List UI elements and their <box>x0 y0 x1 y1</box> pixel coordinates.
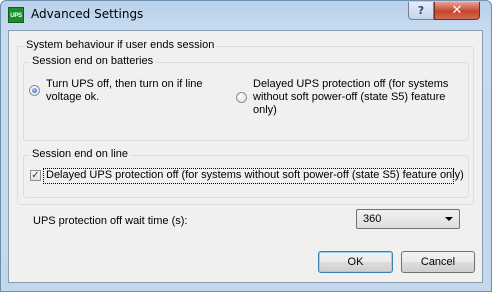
line-group: Session end on line ✓ Delayed UPS protec… <box>23 148 469 198</box>
advanced-settings-dialog: UPS Advanced Settings ? ✕ System behavio… <box>0 0 492 292</box>
ok-button-label: OK <box>347 256 364 268</box>
radio-turn-ups-off-line1: Turn UPS off, then turn on if line <box>46 78 203 90</box>
dialog-client-area: System behaviour if user ends session Se… <box>8 30 483 283</box>
close-button[interactable]: ✕ <box>434 2 480 20</box>
radio-delayed-line3: only) <box>253 104 277 116</box>
wait-time-label: UPS protection off wait time (s): <box>33 215 188 227</box>
cancel-button[interactable]: Cancel <box>401 251 475 273</box>
wait-time-value: 360 <box>363 213 382 225</box>
session-behaviour-legend: System behaviour if user ends session <box>24 39 217 51</box>
batteries-legend: Session end on batteries <box>30 55 156 67</box>
ok-button[interactable]: OK <box>318 251 393 273</box>
radio-delayed-protection-off[interactable] <box>236 92 247 103</box>
delayed-protection-checkbox-label[interactable]: Delayed UPS protection off (for systems … <box>46 169 464 182</box>
title-bar[interactable]: UPS Advanced Settings ? ✕ <box>1 1 491 29</box>
radio-turn-ups-off-line2: voltage ok. <box>46 91 100 103</box>
radio-delayed-line2: without soft power-off (state S5) featur… <box>253 91 446 103</box>
cancel-button-label: Cancel <box>420 256 456 268</box>
delayed-protection-checkbox[interactable]: ✓ <box>30 170 41 181</box>
line-legend: Session end on line <box>30 148 131 160</box>
chevron-down-icon <box>445 217 453 221</box>
wait-time-dropdown[interactable]: 360 <box>356 209 460 229</box>
batteries-group: Session end on batteries Turn UPS off, t… <box>23 55 469 141</box>
radio-turn-ups-off[interactable] <box>29 85 40 96</box>
help-button[interactable]: ? <box>408 2 434 20</box>
ups-app-icon: UPS <box>8 7 24 23</box>
radio-delayed-line1: Delayed UPS protection off (for systems <box>253 78 449 90</box>
radio-turn-ups-off-label[interactable]: Turn UPS off, then turn on if line volta… <box>46 78 203 104</box>
window-title: Advanced Settings <box>31 7 144 21</box>
session-behaviour-group: System behaviour if user ends session Se… <box>17 39 474 205</box>
radio-delayed-protection-off-label[interactable]: Delayed UPS protection off (for systems … <box>253 78 448 117</box>
